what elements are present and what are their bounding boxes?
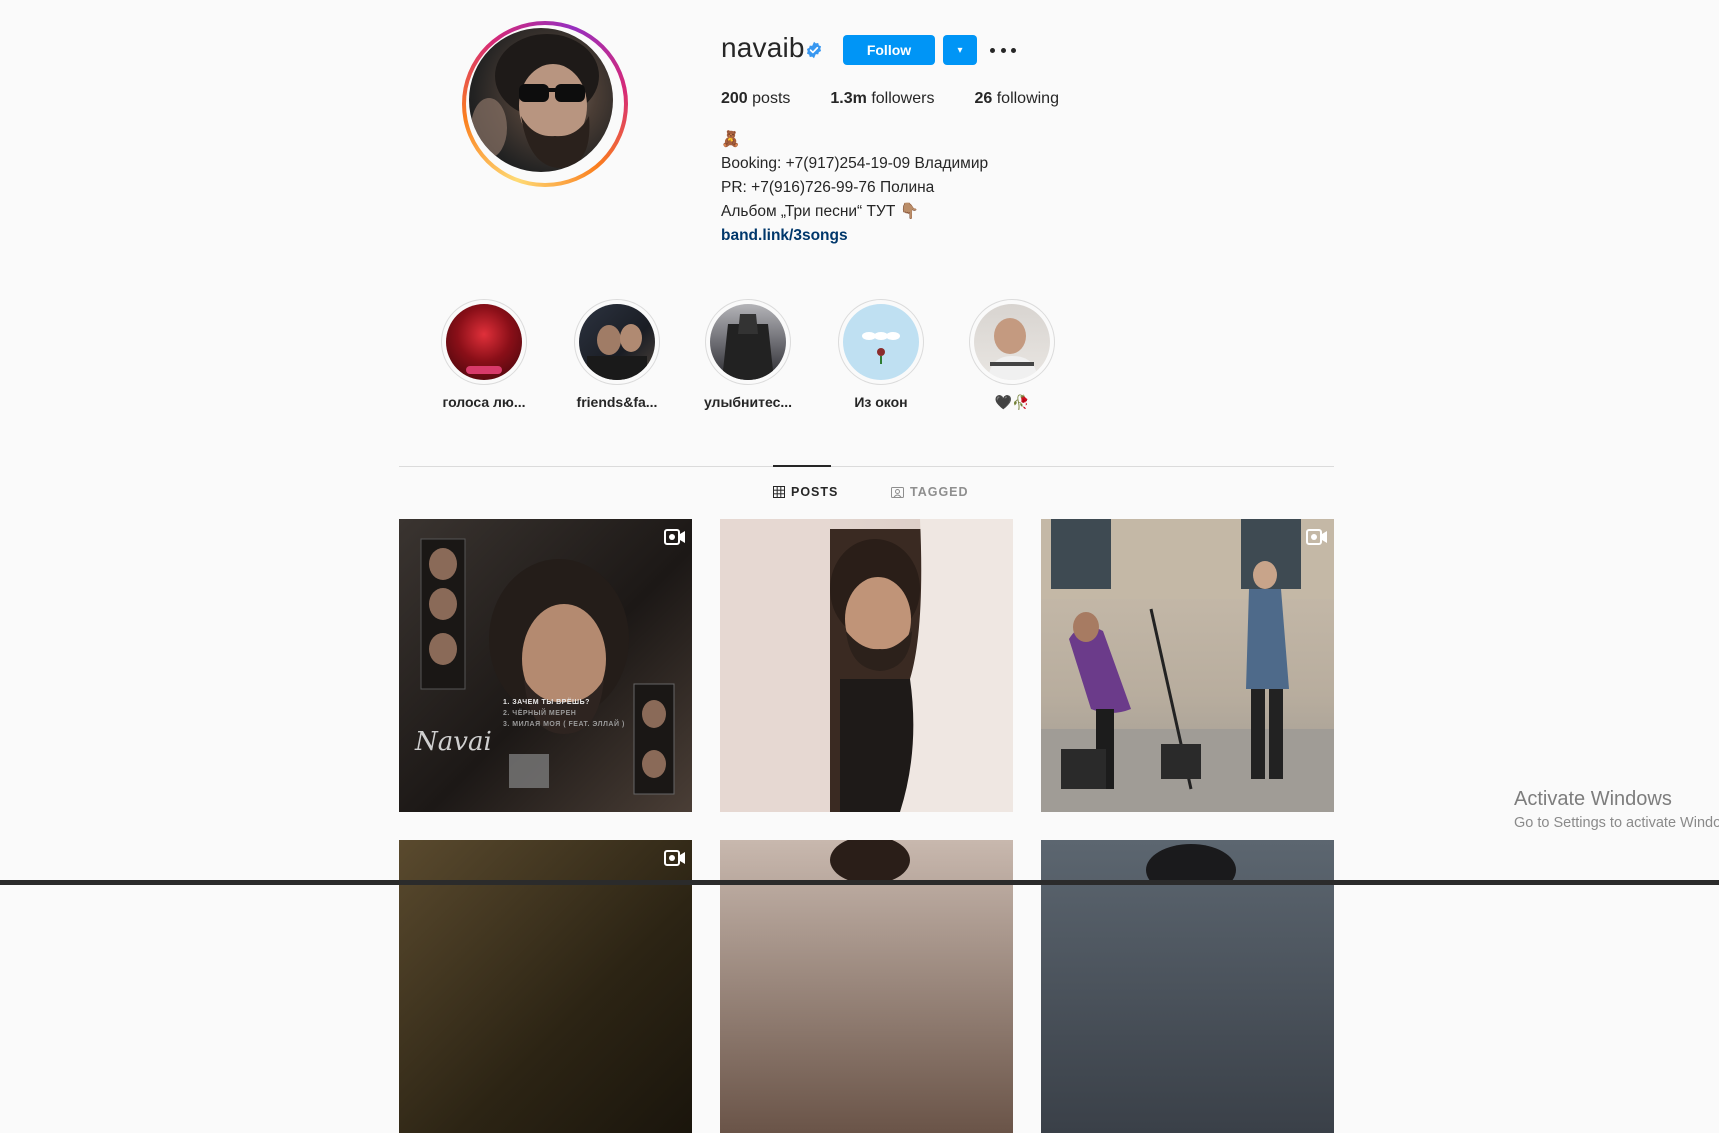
followers-stat[interactable]: 1.3m followers bbox=[830, 90, 934, 108]
highlight-label: 🖤🥀 bbox=[994, 394, 1030, 410]
highlight-cover bbox=[710, 304, 786, 380]
username: navaib bbox=[721, 32, 805, 63]
bio-emoji: 🧸 bbox=[721, 131, 741, 148]
highlight-item[interactable]: Из окон bbox=[826, 299, 936, 410]
chevron-down-icon: ▾ bbox=[957, 44, 963, 56]
avatar-image bbox=[469, 28, 613, 172]
post-caption-line: 1. ЗАЧЕМ ТЫ ВРЁШЬ? bbox=[503, 699, 590, 706]
windows-activation-subtitle: Go to Settings to activate Windows. bbox=[1514, 815, 1719, 831]
bio-link[interactable]: band.link/3songs bbox=[721, 224, 988, 248]
profile-avatar[interactable] bbox=[462, 21, 628, 187]
post-signature: Navai bbox=[415, 727, 492, 757]
posts-label: posts bbox=[752, 90, 791, 107]
tabs-divider bbox=[399, 466, 1334, 467]
more-dot-icon bbox=[1000, 47, 1006, 53]
more-options-button[interactable] bbox=[990, 40, 1016, 60]
profile-stats: 200 posts 1.3m followers 26 following bbox=[721, 90, 1059, 108]
highlight-ring bbox=[705, 299, 791, 385]
post-thumbnail[interactable] bbox=[1041, 519, 1334, 812]
reel-icon bbox=[664, 529, 685, 545]
taskbar-edge bbox=[0, 880, 1719, 885]
following-count: 26 bbox=[974, 90, 993, 107]
posts-count: 200 bbox=[721, 90, 748, 107]
profile-bio: 🧸 Booking: +7(917)254-19-09 Владимир PR:… bbox=[721, 128, 988, 248]
highlight-ring bbox=[441, 299, 527, 385]
more-dot-icon bbox=[990, 47, 995, 53]
tab-tagged-label: TAGGED bbox=[910, 485, 969, 499]
highlight-cover bbox=[843, 304, 919, 380]
tagged-person-icon bbox=[891, 487, 904, 498]
highlight-cover bbox=[579, 304, 655, 380]
bio-booking: Booking: +7(917)254-19-09 Владимир bbox=[721, 155, 989, 172]
bio-pr: PR: +7(916)726-99-76 Полина bbox=[721, 179, 935, 196]
highlight-label: улыбнитес... bbox=[703, 394, 793, 410]
highlight-cover bbox=[974, 304, 1050, 380]
verified-badge-icon bbox=[806, 41, 822, 59]
following-label: following bbox=[996, 90, 1059, 107]
highlight-ring bbox=[838, 299, 924, 385]
more-dot-icon bbox=[1011, 47, 1016, 53]
grid-icon bbox=[773, 486, 785, 498]
post-thumbnail[interactable] bbox=[720, 519, 1013, 812]
suggestions-dropdown-button[interactable]: ▾ bbox=[943, 35, 977, 65]
highlight-item[interactable]: улыбнитес... bbox=[693, 299, 803, 410]
highlight-ring bbox=[574, 299, 660, 385]
post-caption-line: 2. ЧЁРНЫЙ МЕРЕН bbox=[503, 710, 577, 717]
bio-album: Альбом „Три песни“ ТУТ 👇🏽 bbox=[721, 203, 919, 220]
followers-count: 1.3m bbox=[830, 90, 867, 107]
post-caption: 1. ЗАЧЕМ ТЫ ВРЁШЬ? 2. ЧЁРНЫЙ МЕРЕН 3. МИ… bbox=[503, 697, 625, 730]
highlight-label: friends&fa... bbox=[576, 394, 658, 410]
reel-icon bbox=[1306, 529, 1327, 545]
post-thumbnail[interactable]: 1. ЗАЧЕМ ТЫ ВРЁШЬ? 2. ЧЁРНЫЙ МЕРЕН 3. МИ… bbox=[399, 519, 692, 812]
followers-label: followers bbox=[871, 90, 935, 107]
posts-stat: 200 posts bbox=[721, 90, 790, 108]
active-tab-indicator bbox=[773, 465, 831, 467]
highlight-label: голоса лю... bbox=[442, 394, 526, 410]
highlight-cover bbox=[446, 304, 522, 380]
highlight-item[interactable]: 🖤🥀 bbox=[957, 299, 1067, 411]
tab-tagged[interactable]: TAGGED bbox=[891, 485, 969, 499]
tab-posts-label: POSTS bbox=[791, 485, 839, 499]
highlight-item[interactable]: friends&fa... bbox=[562, 299, 672, 410]
post-caption-line: 3. МИЛАЯ МОЯ ( FEAT. ЭЛЛАЙ ) bbox=[503, 721, 625, 728]
windows-activation-title: Activate Windows bbox=[1514, 788, 1672, 810]
highlight-item[interactable]: голоса лю... bbox=[429, 299, 539, 410]
follow-button[interactable]: Follow bbox=[843, 35, 935, 65]
highlight-ring bbox=[969, 299, 1055, 385]
following-stat[interactable]: 26 following bbox=[974, 90, 1059, 108]
reel-icon bbox=[664, 850, 685, 866]
tab-posts[interactable]: POSTS bbox=[773, 485, 838, 499]
highlight-label: Из окон bbox=[854, 394, 908, 410]
